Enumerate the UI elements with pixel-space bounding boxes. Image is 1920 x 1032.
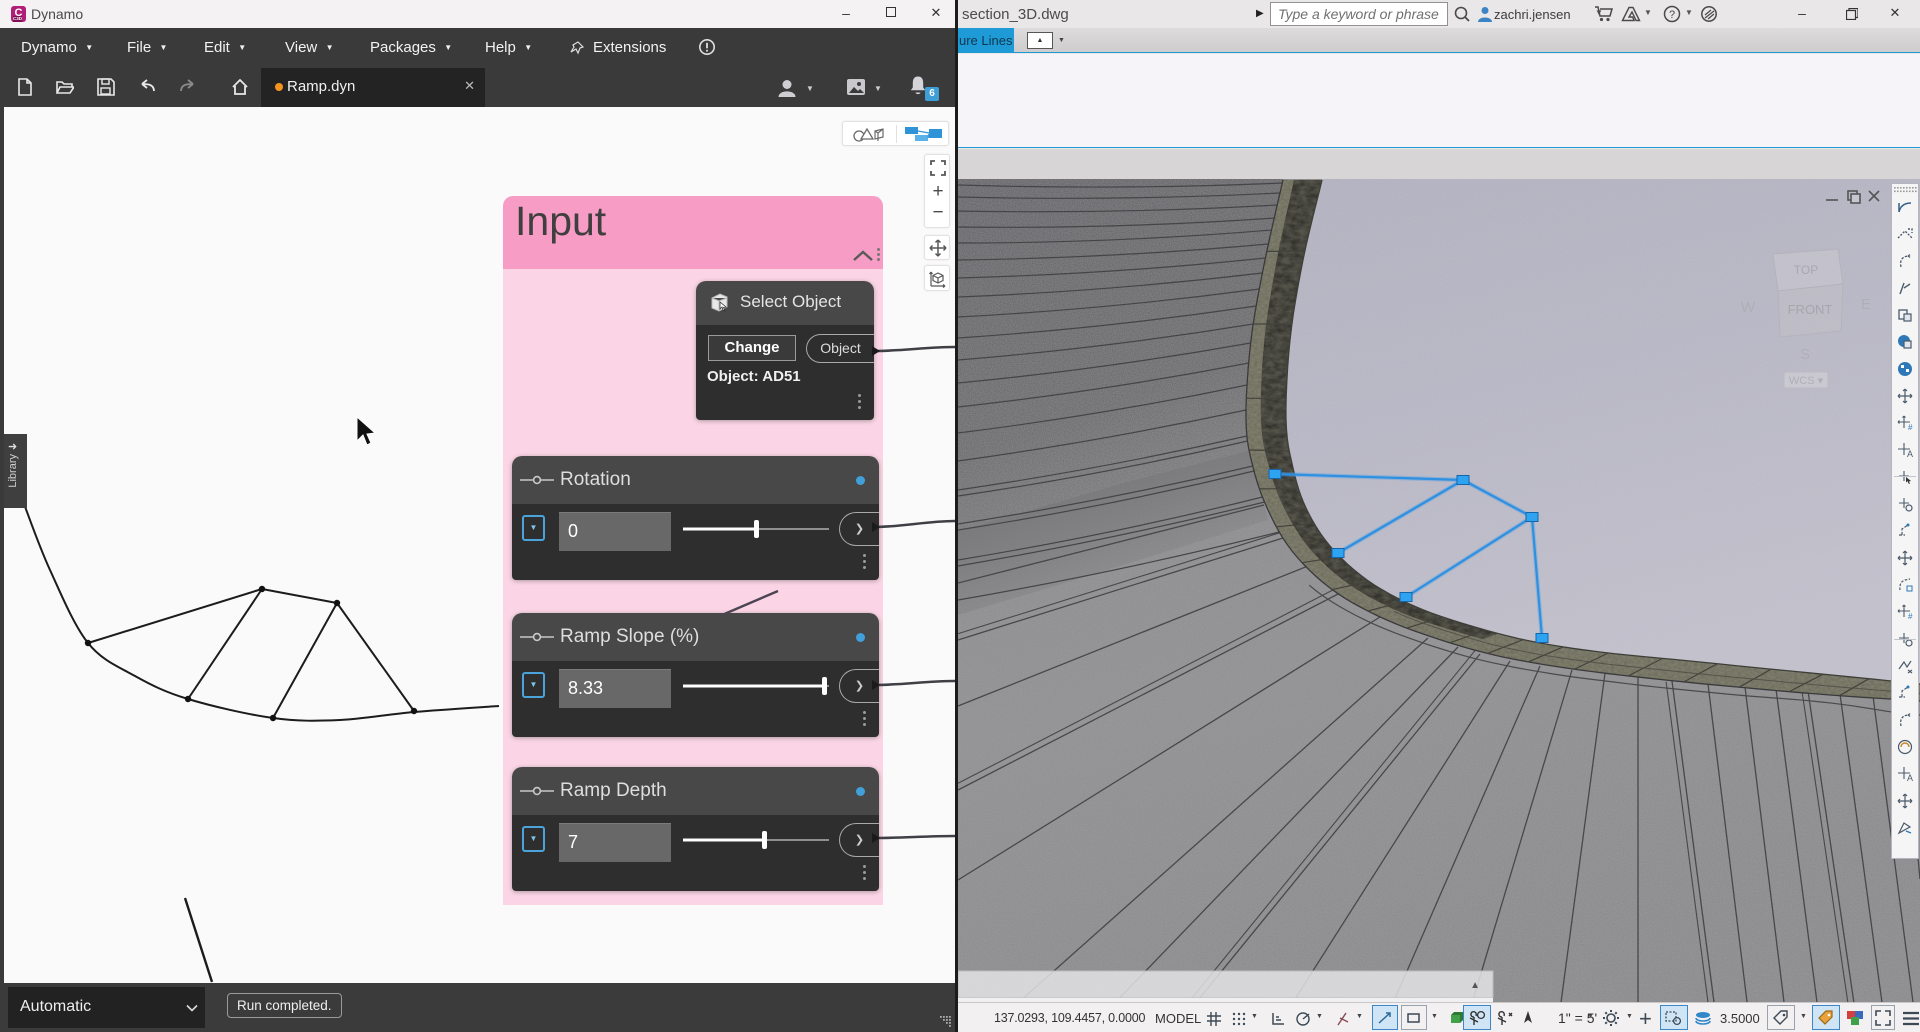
svg-text:#: # — [1908, 612, 1913, 621]
svg-text:?: ? — [1669, 9, 1675, 21]
svg-text:▲: ▲ — [1470, 980, 1480, 991]
svg-text:WCS ▾: WCS ▾ — [1789, 375, 1824, 387]
svg-text:#: # — [1908, 423, 1913, 432]
svg-text:S: S — [1800, 346, 1810, 363]
svg-text:A: A — [1907, 449, 1913, 459]
svg-text:FRONT: FRONT — [1788, 302, 1833, 317]
svg-text:A: A — [1907, 773, 1913, 783]
svg-text:E: E — [1861, 296, 1871, 313]
svg-text:TOP: TOP — [1794, 263, 1818, 277]
svg-text:W: W — [1741, 299, 1756, 316]
